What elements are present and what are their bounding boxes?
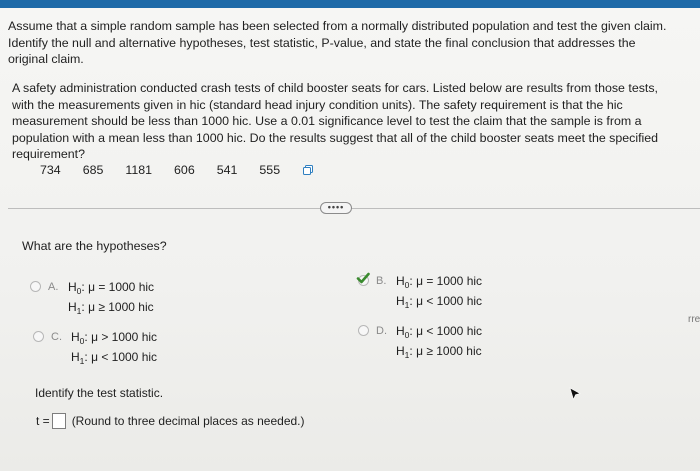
check-icon <box>356 272 370 284</box>
h0-text: : μ > 1000 hic <box>84 330 158 344</box>
alternative-hypothesis: H1: μ ≥ 1000 hic <box>68 297 154 321</box>
cursor-icon <box>569 387 581 401</box>
scenario-line: population with a mean less than 1000 hi… <box>12 130 659 145</box>
option-letter: B. <box>376 275 387 287</box>
scenario-line: requirement? <box>12 147 86 161</box>
data-value: 606 <box>174 163 195 177</box>
problem-prompt: Assume that a simple random sample has b… <box>8 18 692 68</box>
option-letter: A. <box>48 281 59 293</box>
h-symbol: H <box>396 274 405 288</box>
h1-text: : μ ≥ 1000 hic <box>81 300 154 314</box>
option-c[interactable]: C. H0: μ > 1000 hic H1: μ < 1000 hic <box>33 327 213 369</box>
data-value: 541 <box>216 163 238 177</box>
data-value: 1181 <box>125 163 153 177</box>
h-symbol: H <box>68 280 77 294</box>
clipped-edge-text: rre <box>688 314 700 325</box>
option-letter: D. <box>376 325 387 337</box>
answer-prefix: t = <box>36 414 50 428</box>
h-symbol: H <box>68 300 77 314</box>
data-value: 555 <box>259 163 281 177</box>
question-test-statistic: Identify the test statistic. <box>35 386 164 400</box>
section-divider <box>8 208 700 209</box>
alternative-hypothesis: H1: μ < 1000 hic <box>396 291 482 315</box>
sample-data-row: 734 685 1181 606 541 555 <box>40 163 314 177</box>
h1-text: : μ < 1000 hic <box>409 294 483 308</box>
option-a[interactable]: A. H0: μ = 1000 hic H1: μ ≥ 1000 hic <box>30 277 210 319</box>
scenario-line: A safety administration conducted crash … <box>12 81 658 95</box>
h1-text: : μ < 1000 hic <box>84 350 158 364</box>
option-b[interactable]: B. H0: μ = 1000 hic H1: μ < 1000 hic <box>356 271 538 315</box>
alternative-hypothesis: H1: μ < 1000 hic <box>71 347 157 371</box>
data-value: 734 <box>40 163 61 177</box>
scenario-line: with the measurements given in hic (stan… <box>12 97 623 112</box>
expand-more-button[interactable]: •••• <box>320 202 352 214</box>
h0-text: : μ = 1000 hic <box>409 274 483 288</box>
radio-button[interactable] <box>33 331 44 342</box>
h0-text: : μ = 1000 hic <box>81 280 155 294</box>
h-symbol: H <box>396 344 405 358</box>
h-symbol: H <box>396 324 405 338</box>
radio-button[interactable] <box>358 325 369 336</box>
h0-text: : μ < 1000 hic <box>409 324 483 338</box>
problem-scenario: A safety administration conducted crash … <box>12 80 688 163</box>
radio-button[interactable] <box>30 281 41 292</box>
test-statistic-input[interactable] <box>51 413 66 429</box>
prompt-line: Assume that a simple random sample has b… <box>8 19 667 33</box>
option-d[interactable]: D. H0: μ < 1000 hic H1: μ ≥ 1000 hic <box>358 321 538 363</box>
question-hypotheses: What are the hypotheses? <box>22 239 167 253</box>
data-value: 685 <box>82 163 104 177</box>
answer-row: t = (Round to three decimal places as ne… <box>36 413 305 429</box>
alternative-hypothesis: H1: μ ≥ 1000 hic <box>396 341 482 365</box>
scenario-line: measurement should be less than 1000 hic… <box>12 114 642 128</box>
answer-hint: (Round to three decimal places as needed… <box>71 414 305 428</box>
option-letter: C. <box>51 331 62 343</box>
prompt-line: original claim. <box>8 52 84 66</box>
h-symbol: H <box>71 350 80 364</box>
h-symbol: H <box>71 330 80 344</box>
h-symbol: H <box>396 294 405 308</box>
prompt-line: Identify the null and alternative hypoth… <box>8 35 636 50</box>
h1-text: : μ ≥ 1000 hic <box>409 344 482 358</box>
top-bar <box>0 0 700 8</box>
copy-icon[interactable] <box>302 164 314 176</box>
